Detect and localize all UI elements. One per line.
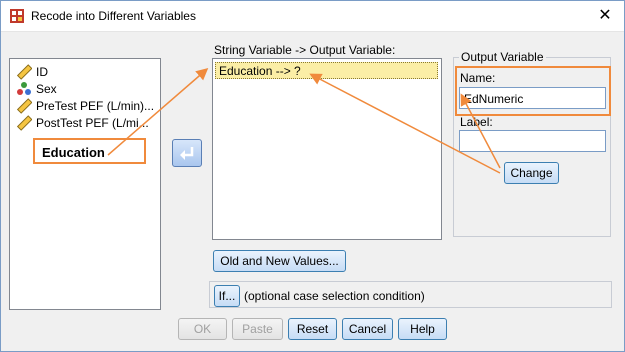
label-label: Label:: [460, 115, 493, 129]
spss-app-icon: [10, 9, 24, 23]
string-variable-list[interactable]: Education --> ?: [212, 58, 442, 240]
help-button[interactable]: Help: [398, 318, 447, 340]
cancel-button[interactable]: Cancel: [342, 318, 393, 340]
ruler-icon: [16, 115, 32, 131]
variable-label: PostTest PEF (L/mi...: [36, 116, 149, 130]
string-variable-heading: String Variable -> Output Variable:: [214, 43, 396, 57]
name-input[interactable]: EdNumeric: [459, 87, 606, 109]
mapping-text: Education --> ?: [219, 64, 301, 78]
old-new-values-button[interactable]: Old and New Values...: [213, 250, 346, 272]
education-annotation: Education: [33, 138, 146, 164]
if-note: (optional case selection condition): [244, 289, 425, 303]
change-button[interactable]: Change: [504, 162, 559, 184]
window-title: Recode into Different Variables: [31, 9, 196, 23]
source-variable-list[interactable]: ID Sex PreTest PEF (L/min)... PostTest P…: [9, 58, 161, 310]
education-label: Education: [42, 145, 105, 160]
ruler-icon: [16, 98, 32, 114]
name-value: EdNumeric: [464, 92, 524, 106]
ruler-icon: [16, 64, 32, 80]
ok-button[interactable]: OK: [178, 318, 227, 340]
nominal-icon: [17, 82, 31, 95]
if-button[interactable]: If...: [214, 285, 240, 307]
title-bar: Recode into Different Variables ✕: [1, 1, 624, 32]
paste-button[interactable]: Paste: [232, 318, 283, 340]
move-variable-button[interactable]: [172, 139, 202, 167]
variable-label: Sex: [36, 82, 57, 96]
close-button[interactable]: ✕: [592, 5, 618, 27]
variable-label: ID: [36, 65, 48, 79]
return-arrow-icon: [180, 147, 194, 160]
variable-label: PreTest PEF (L/min)...: [36, 99, 155, 113]
list-item[interactable]: Education --> ?: [215, 62, 438, 79]
output-variable-title: Output Variable: [459, 50, 546, 64]
label-input[interactable]: [459, 130, 606, 152]
name-label: Name:: [460, 71, 496, 85]
reset-button[interactable]: Reset: [288, 318, 337, 340]
